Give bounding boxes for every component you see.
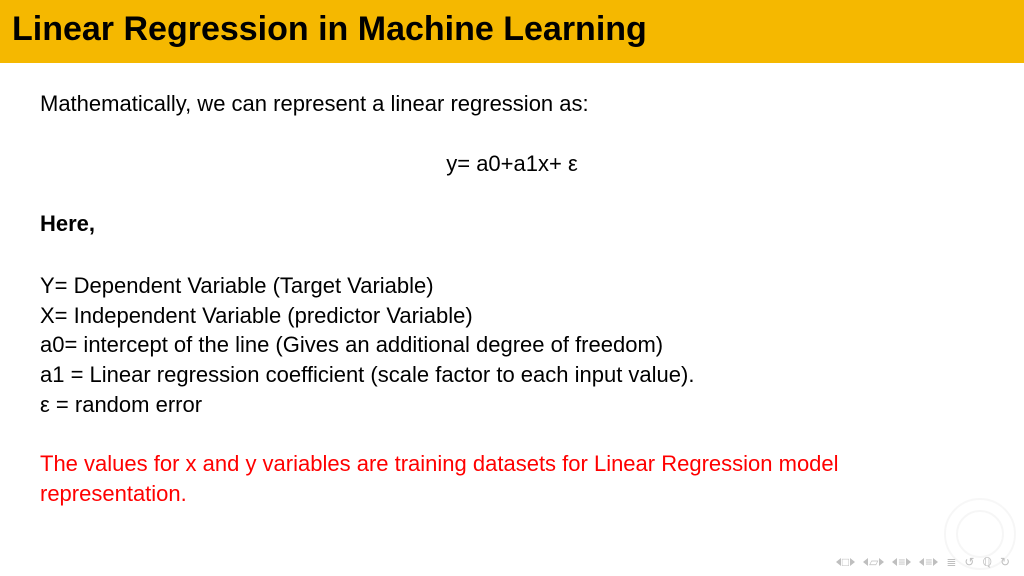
chevron-left-icon — [863, 558, 868, 566]
equation: y= a0+a1x+ ε — [40, 151, 984, 177]
lines-icon[interactable]: ≣ — [946, 556, 956, 568]
nav-subsection[interactable]: ≡ — [892, 556, 911, 568]
nav-frame-prev[interactable]: □ — [836, 556, 855, 568]
definition-line: a0= intercept of the line (Gives an addi… — [40, 330, 984, 360]
slide-title: Linear Regression in Machine Learning — [12, 10, 1012, 49]
definition-line: a1 = Linear regression coefficient (scal… — [40, 360, 984, 390]
nav-section[interactable]: ▱ — [863, 556, 884, 568]
title-bar: Linear Regression in Machine Learning — [0, 0, 1024, 63]
chevron-right-icon — [850, 558, 855, 566]
chevron-right-icon — [879, 558, 884, 566]
intro-text: Mathematically, we can represent a linea… — [40, 91, 984, 117]
undo-icon[interactable]: ↺ — [964, 556, 974, 568]
definition-line: ε = random error — [40, 390, 984, 420]
chevron-left-icon — [892, 558, 897, 566]
square-icon: □ — [842, 556, 849, 568]
redo-icon[interactable]: ↻ — [1000, 556, 1010, 568]
chevron-right-icon — [933, 558, 938, 566]
beamer-nav-bar: □ ▱ ≡ ≡ ≣ ↺ ℚ ↻ — [836, 556, 1010, 568]
slide-content: Mathematically, we can represent a linea… — [0, 63, 1024, 509]
watermark-seal-inner — [956, 510, 1004, 558]
footnote-text: The values for x and y variables are tra… — [40, 449, 984, 508]
lines-icon: ≡ — [925, 556, 932, 568]
chevron-right-icon — [906, 558, 911, 566]
nav-slide[interactable]: ≡ — [919, 556, 938, 568]
definition-line: Y= Dependent Variable (Target Variable) — [40, 271, 984, 301]
definitions-block: Y= Dependent Variable (Target Variable) … — [40, 271, 984, 419]
here-label: Here, — [40, 211, 984, 237]
chevron-left-icon — [919, 558, 924, 566]
section-icon: ▱ — [869, 556, 878, 568]
help-icon[interactable]: ℚ — [982, 556, 991, 568]
definition-line: X= Independent Variable (predictor Varia… — [40, 301, 984, 331]
chevron-left-icon — [836, 558, 841, 566]
lines-icon: ≡ — [898, 556, 905, 568]
